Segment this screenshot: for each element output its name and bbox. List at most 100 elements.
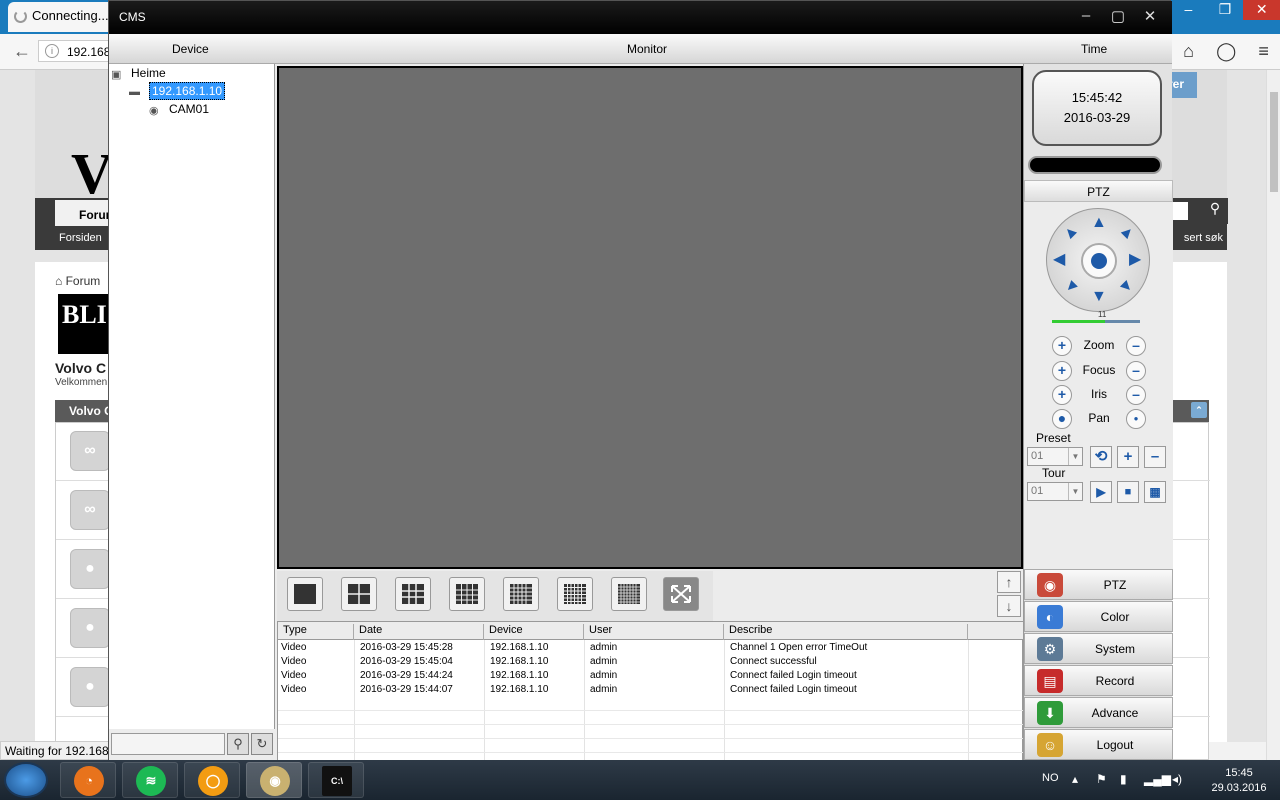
nav-tab-forum[interactable]: Forum: [55, 200, 116, 226]
table-row[interactable]: Video 2016-03-29 15:45:04 192.168.1.10 a…: [278, 656, 1024, 670]
zoom-in-button[interactable]: +: [1052, 336, 1072, 356]
info-icon[interactable]: i: [45, 44, 59, 58]
close-icon[interactable]: ✕: [1139, 7, 1161, 27]
log-cell: Channel 1 Open error TimeOut: [730, 642, 868, 653]
cms-titlebar: CMS – ▢ ✕: [109, 1, 1172, 34]
volume-icon[interactable]: ◂): [1172, 772, 1182, 786]
collapse-icon[interactable]: ⌃: [1191, 402, 1207, 418]
tray-expand-icon[interactable]: ▴: [1072, 772, 1078, 786]
layout-6-button[interactable]: [395, 577, 431, 611]
fullscreen-button[interactable]: [663, 577, 699, 611]
focus-out-button[interactable]: –: [1126, 361, 1146, 381]
preset-remove-button[interactable]: –: [1144, 446, 1166, 468]
taskbar-cms[interactable]: ◉: [246, 762, 302, 798]
arrow-up-left-icon[interactable]: ▲: [1059, 221, 1082, 244]
battery-icon[interactable]: ▮: [1120, 772, 1127, 786]
preset-value: 01: [1031, 450, 1044, 462]
layout-36-button[interactable]: [611, 577, 647, 611]
log-col-type[interactable]: Type: [278, 624, 354, 640]
taskbar-firefox[interactable]: ◔: [60, 762, 116, 798]
scrollbar-thumb[interactable]: [1270, 92, 1278, 192]
layout-16-button[interactable]: [503, 577, 539, 611]
taskbar-clock[interactable]: 15:45 29.03.2016: [1200, 766, 1278, 796]
network-icon[interactable]: ▂▄▆: [1144, 772, 1171, 786]
tour-play-button[interactable]: ▶: [1090, 481, 1112, 503]
ptz-speed-slider[interactable]: [1052, 320, 1140, 323]
flag-icon[interactable]: ⚑: [1096, 772, 1107, 786]
arrow-down-icon[interactable]: ▼: [1091, 289, 1107, 305]
layout-1-button[interactable]: [287, 577, 323, 611]
ptz-joystick[interactable]: ▲ ▼ ◀ ▶ ▲ ▲ ▼ ▼: [1046, 208, 1150, 312]
search-icon[interactable]: ⚲: [1204, 200, 1226, 222]
taskbar-cmd[interactable]: C:\: [308, 762, 364, 798]
minimize-icon[interactable]: –: [1075, 7, 1097, 27]
refresh-icon[interactable]: ↻: [251, 733, 273, 755]
menu-monitor[interactable]: Monitor: [627, 42, 667, 56]
log-col-describe[interactable]: Describe: [724, 624, 968, 640]
side-menu-ptz[interactable]: ◉ PTZ: [1024, 569, 1173, 600]
arrow-up-right-icon[interactable]: ▲: [1116, 221, 1139, 244]
arrow-down-right-icon[interactable]: ▼: [1115, 275, 1138, 298]
arrow-up-icon[interactable]: ▲: [1091, 215, 1107, 231]
minimize-icon[interactable]: –: [1170, 0, 1207, 20]
table-row[interactable]: Video 2016-03-29 15:45:28 192.168.1.10 a…: [278, 642, 1024, 656]
arrow-up-icon[interactable]: ↑: [997, 571, 1021, 593]
iris-open-button[interactable]: +: [1052, 385, 1072, 405]
preset-goto-button[interactable]: ⟲: [1090, 446, 1112, 468]
pan-start-button[interactable]: ●: [1052, 409, 1072, 429]
restore-icon[interactable]: ❐: [1207, 0, 1244, 20]
arrow-down-left-icon[interactable]: ▼: [1060, 275, 1083, 298]
home-icon[interactable]: ⌂: [1183, 41, 1194, 62]
arrow-left-icon[interactable]: ◀: [1053, 252, 1065, 268]
layout-9-button[interactable]: [449, 577, 485, 611]
taskbar-app[interactable]: ◯: [184, 762, 240, 798]
arrow-down-icon[interactable]: ↓: [997, 595, 1021, 617]
table-row[interactable]: Video 2016-03-29 15:44:07 192.168.1.10 a…: [278, 684, 1024, 698]
chat-icon[interactable]: ◯: [1216, 41, 1236, 62]
site-search-input[interactable]: [1172, 202, 1188, 220]
menu-device[interactable]: Device: [172, 42, 209, 56]
log-col-device[interactable]: Device: [484, 624, 584, 640]
layout-4-button[interactable]: [341, 577, 377, 611]
preset-select[interactable]: 01 ▼: [1027, 447, 1083, 466]
nav-link-forsiden[interactable]: Forsiden: [59, 232, 102, 244]
arrow-right-icon[interactable]: ▶: [1129, 252, 1141, 268]
side-menu-record[interactable]: ▤ Record: [1024, 665, 1173, 696]
side-menu-system[interactable]: ⚙ System: [1024, 633, 1173, 664]
tree-device[interactable]: ▬ 192.168.1.10: [129, 82, 226, 102]
start-button[interactable]: [4, 762, 48, 798]
iris-close-button[interactable]: –: [1126, 385, 1146, 405]
log-col-user[interactable]: User: [584, 624, 724, 640]
device-search-input[interactable]: [111, 733, 225, 755]
tour-stop-button[interactable]: ■: [1117, 481, 1139, 503]
maximize-icon[interactable]: ▢: [1107, 7, 1129, 27]
taskbar-spotify[interactable]: ≋: [122, 762, 178, 798]
search-icon[interactable]: ⚲: [227, 733, 249, 755]
video-view[interactable]: [277, 66, 1023, 569]
tour-select[interactable]: 01 ▼: [1027, 482, 1083, 501]
browser-scrollbar[interactable]: [1266, 70, 1280, 760]
browser-tab[interactable]: Connecting...: [8, 2, 118, 32]
side-menu-advance[interactable]: ⬇ Advance: [1024, 697, 1173, 728]
nav-link-search[interactable]: sert søk: [1184, 232, 1223, 244]
log-col-date[interactable]: Date: [354, 624, 484, 640]
preset-add-button[interactable]: +: [1117, 446, 1139, 468]
tree-camera[interactable]: ◉ CAM01: [149, 102, 209, 120]
breadcrumb[interactable]: ⌂ Forum: [55, 274, 100, 288]
layout-25-button[interactable]: [557, 577, 593, 611]
menu-icon[interactable]: ≡: [1258, 41, 1269, 62]
menu-time[interactable]: Time: [1081, 42, 1107, 56]
address-bar[interactable]: i 192.168.: [38, 40, 118, 62]
log-cell: Video: [281, 684, 307, 695]
focus-in-button[interactable]: +: [1052, 361, 1072, 381]
back-arrow-icon[interactable]: ←: [10, 40, 34, 64]
language-indicator[interactable]: NO: [1042, 772, 1059, 784]
side-menu-logout[interactable]: ☺ Logout: [1024, 729, 1173, 760]
ptz-center-button[interactable]: [1081, 243, 1117, 279]
side-menu-color[interactable]: ◐ Color: [1024, 601, 1173, 632]
tour-grid-button[interactable]: ▦: [1144, 481, 1166, 503]
pan-stop-button[interactable]: ●: [1126, 409, 1146, 429]
table-row[interactable]: Video 2016-03-29 15:44:24 192.168.1.10 a…: [278, 670, 1024, 684]
zoom-out-button[interactable]: –: [1126, 336, 1146, 356]
close-icon[interactable]: ✕: [1243, 0, 1280, 20]
